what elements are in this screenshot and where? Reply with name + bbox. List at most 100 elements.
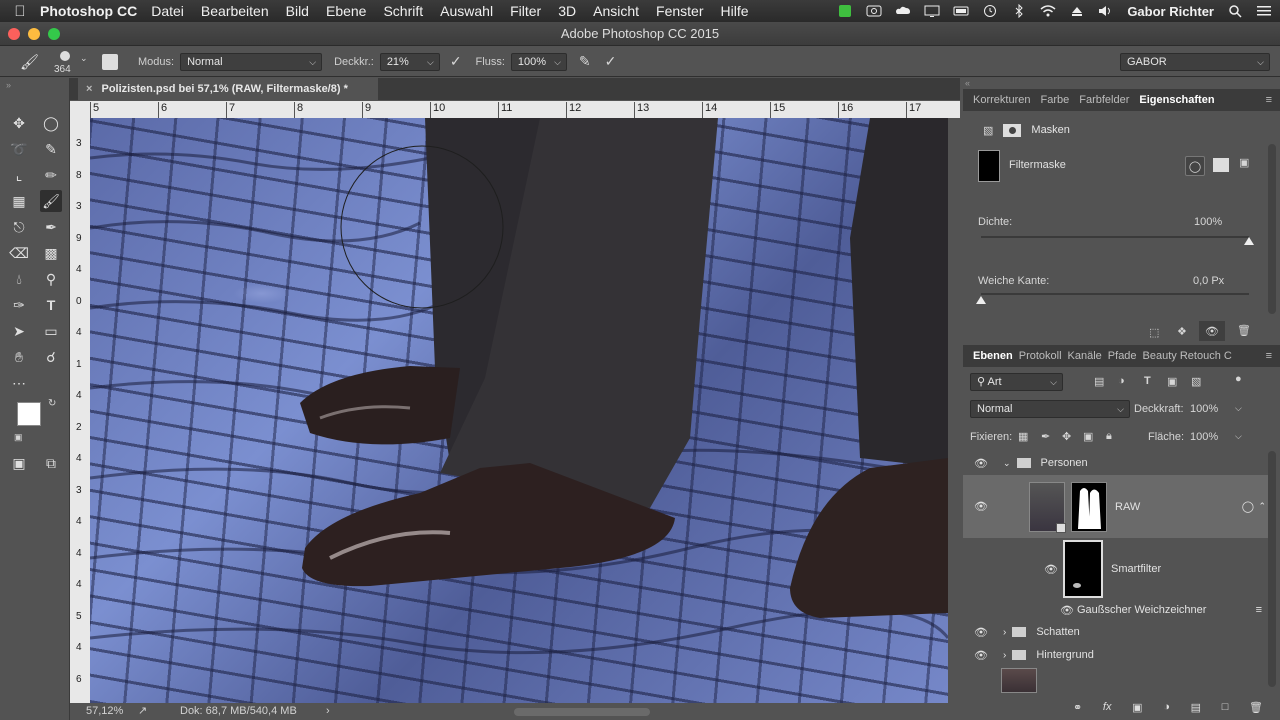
visibility-eye-icon[interactable]: 👁︎ bbox=[1043, 563, 1059, 576]
menu-auswahl[interactable]: Auswahl bbox=[440, 3, 493, 19]
evernote-icon[interactable] bbox=[837, 4, 853, 18]
type-tool-icon[interactable]: T bbox=[40, 294, 62, 316]
filter-options-icon[interactable]: ≡ bbox=[1256, 604, 1262, 616]
battery-icon[interactable] bbox=[953, 4, 969, 18]
lock-transparency-icon[interactable]: ▦ bbox=[1018, 430, 1028, 443]
menu-schrift[interactable]: Schrift bbox=[383, 3, 423, 19]
tab-ebenen[interactable]: Ebenen bbox=[973, 350, 1013, 362]
display-icon[interactable] bbox=[924, 4, 940, 18]
panel-menu-icon[interactable]: ≡ bbox=[1266, 94, 1272, 106]
collapse-icon[interactable]: » bbox=[6, 80, 11, 90]
chevron-down-icon[interactable]: ⌄ bbox=[1003, 458, 1011, 469]
zoom-level[interactable]: 57,12% bbox=[86, 703, 123, 720]
swap-colors-icon[interactable]: ↻ bbox=[48, 398, 56, 409]
feather-value[interactable]: 0,0 Px bbox=[1193, 275, 1224, 287]
notification-center-icon[interactable] bbox=[1256, 4, 1272, 18]
eraser-tool-icon[interactable]: ⌫ bbox=[8, 242, 30, 264]
density-slider-thumb[interactable] bbox=[1244, 237, 1254, 245]
menu-filter[interactable]: Filter bbox=[510, 3, 541, 19]
lasso-tool-icon[interactable]: ➰ bbox=[8, 138, 30, 160]
chevron-down-icon[interactable]: ⌵ bbox=[1235, 431, 1242, 442]
adjustment-layer-icon[interactable]: ◑ bbox=[1163, 701, 1170, 713]
layer-group-schatten[interactable]: 👁︎ › Schatten bbox=[963, 621, 1268, 643]
chevron-up-icon[interactable]: ⌃ bbox=[1258, 501, 1266, 512]
volume-icon[interactable] bbox=[1098, 4, 1114, 18]
collapse-icon[interactable]: « bbox=[963, 78, 1280, 89]
app-menu[interactable]: Photoshop CC bbox=[40, 3, 137, 19]
menu-ebene[interactable]: Ebene bbox=[326, 3, 366, 19]
eyedropper-tool-icon[interactable]: ✏ bbox=[40, 164, 62, 186]
menu-ansicht[interactable]: Ansicht bbox=[593, 3, 639, 19]
vector-mask-icon[interactable] bbox=[1003, 123, 1022, 137]
filter-shape-icon[interactable]: ▣ bbox=[1167, 375, 1177, 388]
gradient-tool-icon[interactable]: ▩ bbox=[40, 242, 62, 264]
brush-panel-icon[interactable] bbox=[102, 53, 118, 70]
visibility-eye-icon[interactable]: 👁︎ bbox=[1059, 604, 1075, 617]
wifi-icon[interactable] bbox=[1040, 4, 1056, 18]
move-tool-icon[interactable]: ✥ bbox=[8, 112, 30, 134]
ruler-origin[interactable] bbox=[70, 101, 90, 118]
history-brush-tool-icon[interactable]: ✒ bbox=[40, 216, 62, 238]
delete-mask-icon[interactable]: 🗑︎ bbox=[1237, 324, 1251, 337]
tab-protokoll[interactable]: Protokoll bbox=[1019, 350, 1062, 362]
workspace-select[interactable]: GABOR ⌵ bbox=[1120, 53, 1270, 71]
chevron-right-icon[interactable]: › bbox=[1003, 627, 1006, 638]
smart-filter-link-icon[interactable]: ◯ bbox=[1242, 500, 1254, 513]
share-icon[interactable]: ↗ bbox=[138, 703, 147, 720]
menu-bild[interactable]: Bild bbox=[286, 3, 309, 19]
crop-tool-icon[interactable]: ⌞ bbox=[8, 164, 30, 186]
menu-hilfe[interactable]: Hilfe bbox=[721, 3, 749, 19]
zoom-tool-icon[interactable]: ☌ bbox=[40, 346, 62, 368]
layer-group-hintergrund[interactable]: 👁︎ › Hintergrund bbox=[963, 644, 1268, 666]
pressure-size-icon[interactable]: ✓︎ bbox=[605, 53, 617, 70]
path-selection-tool-icon[interactable]: ➤ bbox=[8, 320, 30, 342]
rectangle-tool-icon[interactable]: ▭ bbox=[40, 320, 62, 342]
layer-opacity-value[interactable]: 100% bbox=[1190, 403, 1218, 415]
mode-select[interactable]: Normal ⌵ bbox=[180, 52, 323, 71]
time-machine-icon[interactable] bbox=[982, 4, 998, 18]
new-group-icon[interactable]: ▤ bbox=[1191, 701, 1201, 714]
feather-slider-thumb[interactable] bbox=[976, 296, 986, 304]
fill-value[interactable]: 100% bbox=[1190, 431, 1218, 443]
lock-position-icon[interactable]: ✥ bbox=[1062, 430, 1071, 443]
tab-kanaele[interactable]: Kanäle bbox=[1068, 350, 1102, 362]
eject-icon[interactable] bbox=[1069, 4, 1085, 18]
layer-smartfilter[interactable]: 👁︎ Smartfilter bbox=[963, 539, 1268, 599]
new-layer-icon[interactable]: □ bbox=[1222, 701, 1229, 713]
dodge-tool-icon[interactable]: ⚲ bbox=[40, 268, 62, 290]
load-selection-icon[interactable]: ◯ bbox=[1185, 156, 1205, 176]
layer-raw[interactable]: 👁︎ RAW ◯ ⌃ bbox=[963, 475, 1268, 538]
default-colors-icon[interactable]: ▣ bbox=[14, 432, 23, 443]
screen-mode-icon[interactable]: ⧉ bbox=[40, 452, 62, 474]
flow-field[interactable]: 100% ⌵ bbox=[510, 52, 567, 71]
density-value[interactable]: 100% bbox=[1194, 216, 1222, 228]
visibility-mask-icon[interactable]: 👁︎ bbox=[1199, 321, 1225, 341]
chevron-down-icon[interactable]: ⌵ bbox=[1235, 403, 1242, 414]
smartfilter-mask-thumbnail[interactable] bbox=[1063, 540, 1103, 598]
filter-pixel-icon[interactable]: ▤ bbox=[1094, 375, 1104, 388]
brush-tool-icon[interactable]: 🖌︎ bbox=[40, 190, 62, 212]
brush-preset-icon[interactable]: 🖌︎ bbox=[20, 53, 48, 71]
cloud-icon[interactable] bbox=[895, 4, 911, 18]
add-pixel-mask-icon[interactable] bbox=[1213, 158, 1229, 172]
more-tools-icon[interactable]: ⋯ bbox=[8, 372, 30, 394]
healing-brush-tool-icon[interactable]: ▦ bbox=[8, 190, 30, 212]
menu-3d[interactable]: 3D bbox=[558, 3, 576, 19]
selection-from-mask-icon[interactable]: ⬚ bbox=[1149, 326, 1159, 339]
quick-selection-tool-icon[interactable]: ✎ bbox=[40, 138, 62, 160]
tab-eigenschaften[interactable]: Eigenschaften bbox=[1139, 94, 1214, 106]
bluetooth-icon[interactable] bbox=[1011, 4, 1027, 18]
visibility-eye-icon[interactable]: 👁︎ bbox=[973, 649, 989, 662]
menu-datei[interactable]: Datei bbox=[151, 3, 184, 19]
visibility-eye-icon[interactable]: 👁︎ bbox=[973, 500, 989, 513]
airbrush-icon[interactable]: ✎︎ bbox=[579, 53, 591, 70]
layer-thumbnail[interactable] bbox=[1001, 668, 1037, 693]
lock-all-icon[interactable]: 🔒︎ bbox=[1106, 430, 1112, 443]
filter-toggle-icon[interactable]: ● bbox=[1235, 373, 1242, 385]
feather-slider-track[interactable] bbox=[981, 293, 1249, 295]
blur-tool-icon[interactable]: 💧︎ bbox=[8, 268, 30, 290]
lock-pixels-icon[interactable]: ✒ bbox=[1041, 430, 1050, 443]
status-arrow-icon[interactable]: › bbox=[326, 703, 330, 720]
apple-icon[interactable]:  bbox=[0, 3, 40, 20]
tab-farbe[interactable]: Farbe bbox=[1040, 94, 1069, 106]
